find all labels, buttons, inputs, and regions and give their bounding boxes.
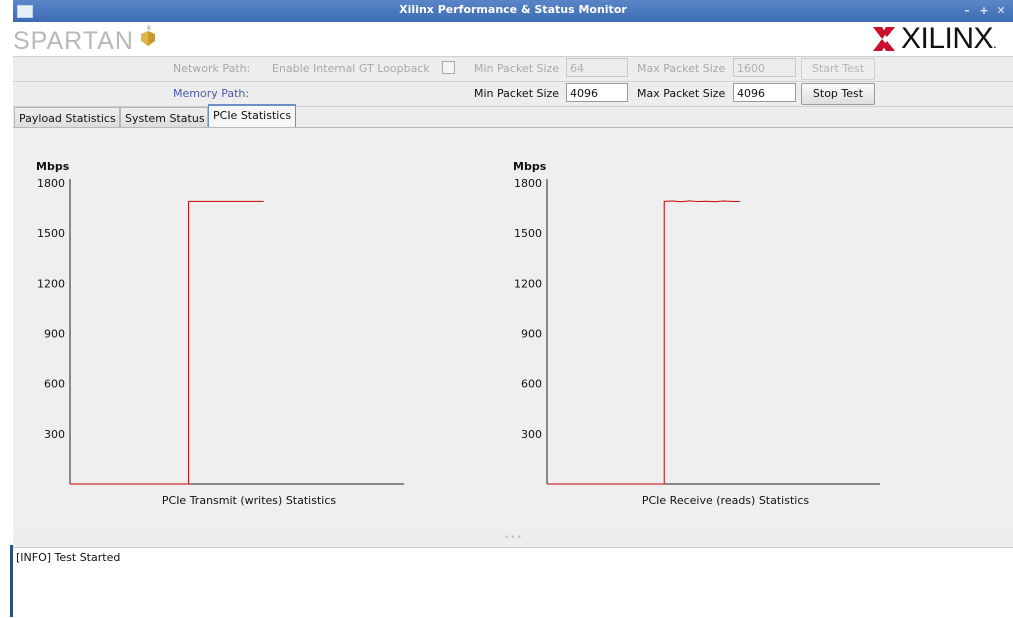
pcie-statistics-panel: Mbps 300 600 900 1200 1500 1800 PCIe Transmit (… (13, 127, 1013, 531)
receive-y-tick-label: 900 (521, 328, 542, 341)
left-edge (0, 0, 13, 617)
xilinx-logo: XILINX. (901, 22, 997, 56)
receive-y-tick-label: 1200 (514, 277, 542, 290)
xilinx-logo-text: XILINX (901, 22, 994, 55)
splitter-grip-icon: ••• (504, 533, 523, 543)
start-test-button[interactable]: Start Test (801, 58, 875, 80)
receive-y-tick-label: 1500 (514, 227, 542, 240)
receive-x-axis-label: PCIe Receive (reads) Statistics (642, 494, 810, 507)
maximize-icon[interactable]: + (977, 4, 991, 18)
transmit-x-axis-label: PCIe Transmit (writes) Statistics (162, 494, 336, 507)
memory-min-size-input[interactable]: 4096 (566, 83, 628, 102)
log-area[interactable]: [INFO] Test Started (13, 547, 1013, 618)
network-max-size-input[interactable]: 1600 (733, 58, 796, 77)
transmit-y-tick-label: 600 (44, 378, 65, 391)
transmit-y-tick-label: 1200 (37, 277, 65, 290)
network-path-label: Network Path: (173, 62, 251, 75)
window-title: Xilinx Performance & Status Monitor (399, 3, 627, 16)
transmit-series-line-0 (70, 200, 264, 485)
panel-splitter[interactable]: ••• (13, 530, 1013, 547)
loopback-checkbox[interactable] (442, 61, 455, 74)
xilinx-logo-suffix: . (993, 35, 997, 51)
close-icon[interactable]: ✕ (994, 4, 1008, 18)
xilinx-mark-icon (873, 27, 895, 51)
tab-pcie-statistics[interactable]: PCIe Statistics (208, 104, 296, 128)
pcie-charts: Mbps 300 600 900 1200 1500 1800 PCIe Transmit (… (36, 160, 880, 507)
transmit-y-axis-label: Mbps (36, 160, 70, 173)
tab-payload-statistics[interactable]: Payload Statistics (14, 107, 120, 128)
spartan-logo: SPARTAN (13, 27, 134, 55)
minimize-icon[interactable]: – (960, 4, 974, 18)
receive-y-tick-label: 600 (521, 378, 542, 391)
stop-test-button[interactable]: Stop Test (801, 83, 875, 105)
network-min-size-label: Min Packet Size (474, 62, 560, 75)
transmit-y-tick-label: 300 (44, 428, 65, 441)
spartan-badge-number: 6 (147, 25, 151, 32)
memory-max-size-input[interactable]: 4096 (733, 83, 796, 102)
titlebar[interactable]: Xilinx Performance & Status Monitor – + … (13, 0, 1013, 22)
receive-y-tick-label: 1800 (514, 177, 542, 190)
log-line: [INFO] Test Started (16, 551, 121, 564)
spartan-badge-icon: 6 (141, 25, 155, 46)
memory-max-size-label: Max Packet Size (637, 87, 726, 100)
network-min-size-input[interactable]: 64 (566, 58, 628, 77)
loopback-label: Enable Internal GT Loopback (272, 62, 430, 75)
network-max-size-label: Max Packet Size (637, 62, 726, 75)
memory-min-size-label: Min Packet Size (474, 87, 560, 100)
memory-path-label: Memory Path: (173, 87, 250, 100)
transmit-y-tick-label: 900 (44, 328, 65, 341)
brand-bar: SPARTAN 6 XILINX. (13, 22, 1013, 57)
network-path-row: Network Path: Enable Internal GT Loopbac… (13, 56, 1013, 82)
app-window: Xilinx Performance & Status Monitor – + … (13, 0, 1013, 618)
transmit-y-tick-label: 1800 (37, 177, 65, 190)
tab-system-status[interactable]: System Status (120, 107, 208, 128)
receive-y-axis-label: Mbps (513, 160, 547, 173)
receive-y-tick-label: 300 (521, 428, 542, 441)
transmit-y-tick-label: 1500 (37, 227, 65, 240)
receive-series-line-0 (547, 200, 741, 485)
tab-bar: Payload Statistics System Status PCIe St… (13, 104, 1013, 128)
